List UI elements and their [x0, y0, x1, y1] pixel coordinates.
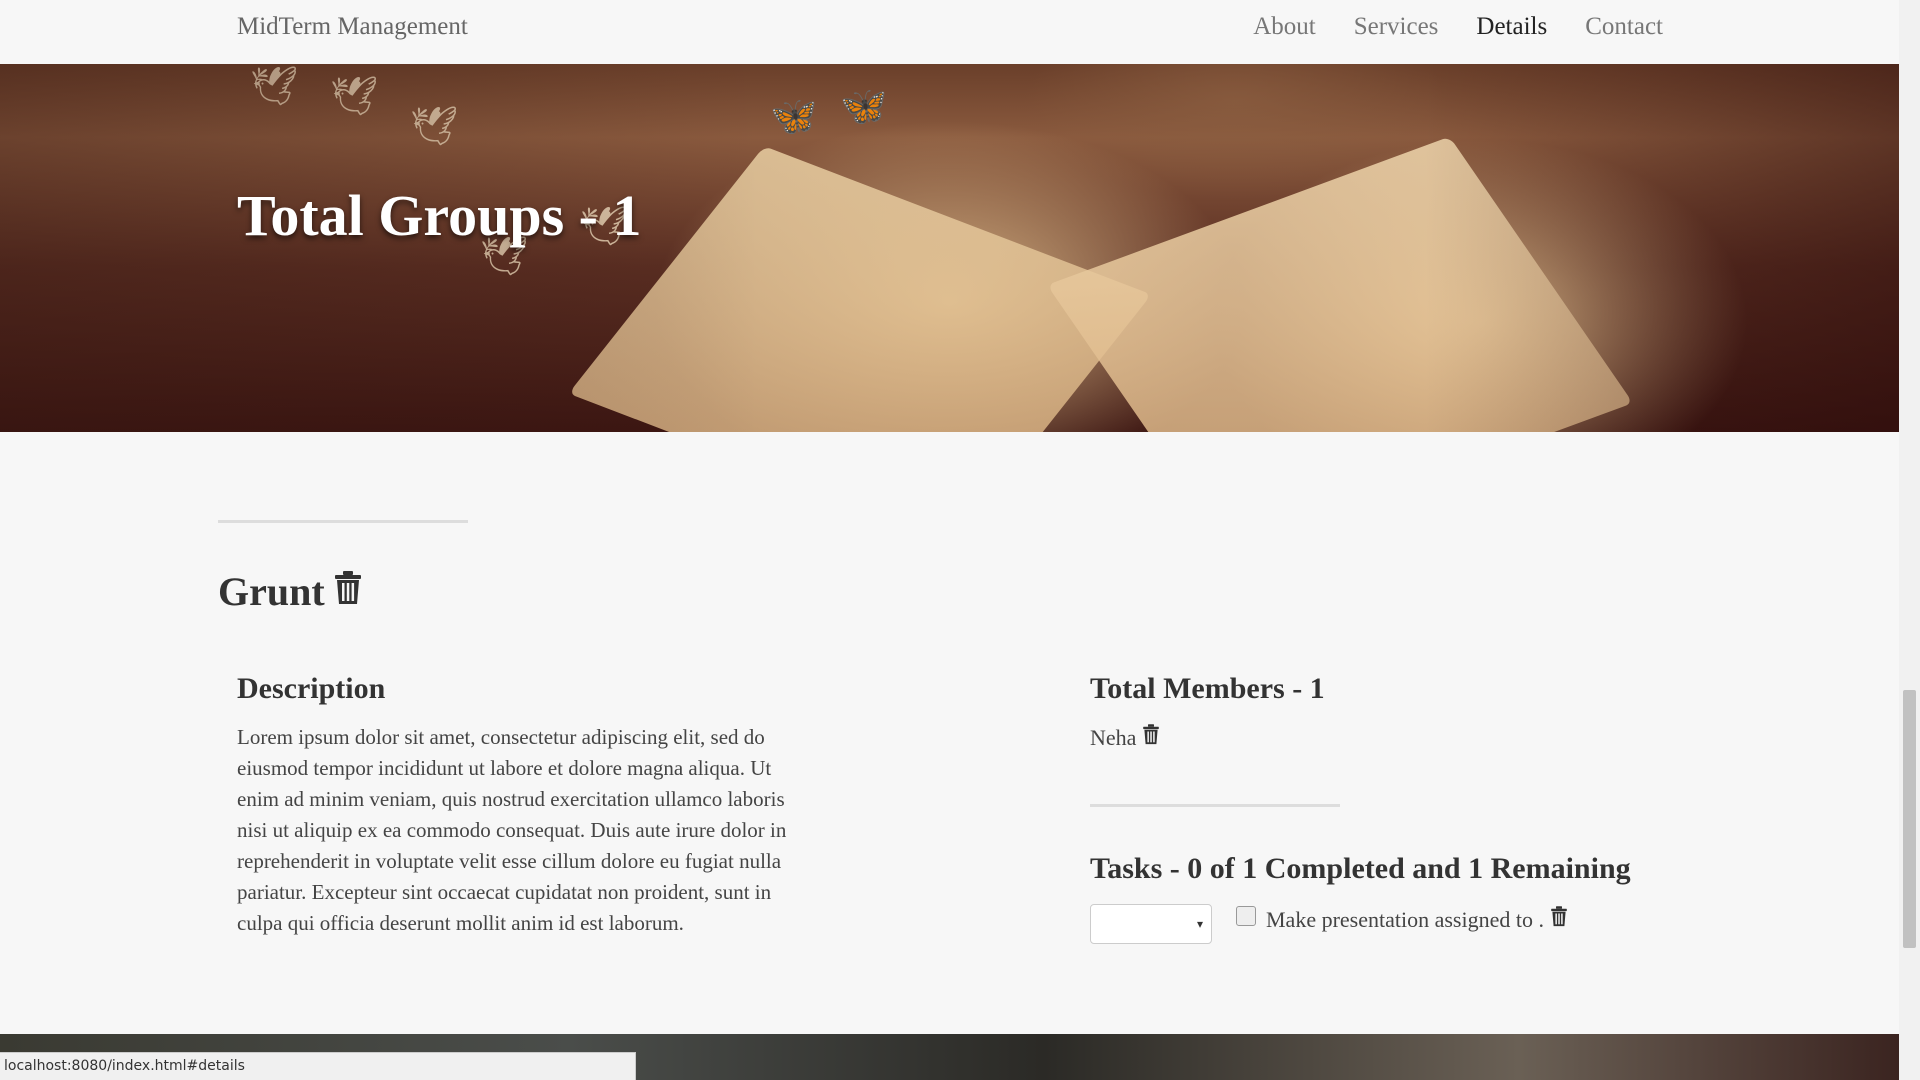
group-name: Grunt — [218, 569, 325, 614]
trash-icon[interactable] — [1550, 906, 1568, 933]
scrollbar[interactable] — [1899, 0, 1920, 1080]
trash-icon[interactable] — [1142, 724, 1160, 751]
section-divider — [218, 520, 468, 523]
task-label: Make presentation assigned to . — [1266, 906, 1544, 932]
members-heading: Total Members - 1 — [1090, 672, 1325, 705]
assignee-select[interactable]: ▾ — [1090, 904, 1212, 944]
nav-link-details[interactable]: Details — [1476, 13, 1547, 41]
hero-banner: 🕊 🕊 🕊 🦋 🦋 🕊 🕊 Total Groups - 1 — [0, 64, 1899, 432]
tasks-heading: Tasks - 0 of 1 Completed and 1 Remaining — [1090, 852, 1631, 885]
scrollbar-thumb[interactable] — [1903, 690, 1916, 948]
group-title: Grunt — [218, 568, 363, 615]
status-bar-url: localhost:8080/index.html#details — [0, 1052, 636, 1080]
task-item: Make presentation assigned to . — [1236, 905, 1568, 933]
task-checkbox[interactable] — [1236, 905, 1256, 926]
chevron-down-icon: ▾ — [1196, 917, 1203, 931]
hero-title: Total Groups - 1 — [237, 183, 642, 248]
description-heading: Description — [237, 672, 386, 705]
member-name: Neha — [1090, 724, 1137, 750]
nav-links: About Services Details Contact — [1253, 13, 1663, 41]
nav-link-about[interactable]: About — [1253, 13, 1316, 41]
member-item: Neha — [1090, 724, 1160, 751]
nav-link-contact[interactable]: Contact — [1585, 13, 1663, 41]
nav-link-services[interactable]: Services — [1354, 13, 1439, 41]
description-text: Lorem ipsum dolor sit amet, consectetur … — [237, 725, 787, 935]
section-divider — [1090, 804, 1340, 807]
trash-icon[interactable] — [333, 568, 363, 615]
navbar: MidTerm Management About Services Detail… — [0, 0, 1899, 64]
brand-link[interactable]: MidTerm Management — [237, 13, 468, 41]
